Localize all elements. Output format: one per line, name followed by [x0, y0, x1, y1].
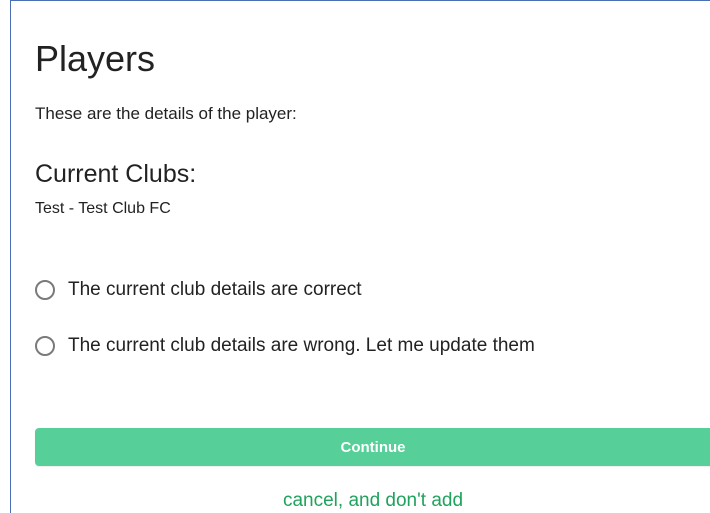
continue-button[interactable]: Continue [35, 428, 710, 466]
option-label: The current club details are correct [68, 279, 362, 300]
cancel-link[interactable]: cancel, and don't add [35, 490, 710, 512]
intro-text: These are the details of the player: [35, 104, 297, 123]
option-label: The current club details are wrong. Let … [68, 335, 535, 356]
option-details-wrong[interactable]: The current club details are wrong. Let … [35, 335, 535, 357]
page-title: Players [35, 38, 156, 79]
radio-button[interactable] [35, 280, 55, 300]
current-clubs-heading: Current Clubs: [35, 160, 197, 188]
radio-button[interactable] [35, 336, 55, 356]
player-details-panel: Players These are the details of the pla… [10, 0, 710, 513]
current-club-value: Test - Test Club FC [35, 200, 171, 217]
option-details-correct[interactable]: The current club details are correct [35, 279, 362, 301]
